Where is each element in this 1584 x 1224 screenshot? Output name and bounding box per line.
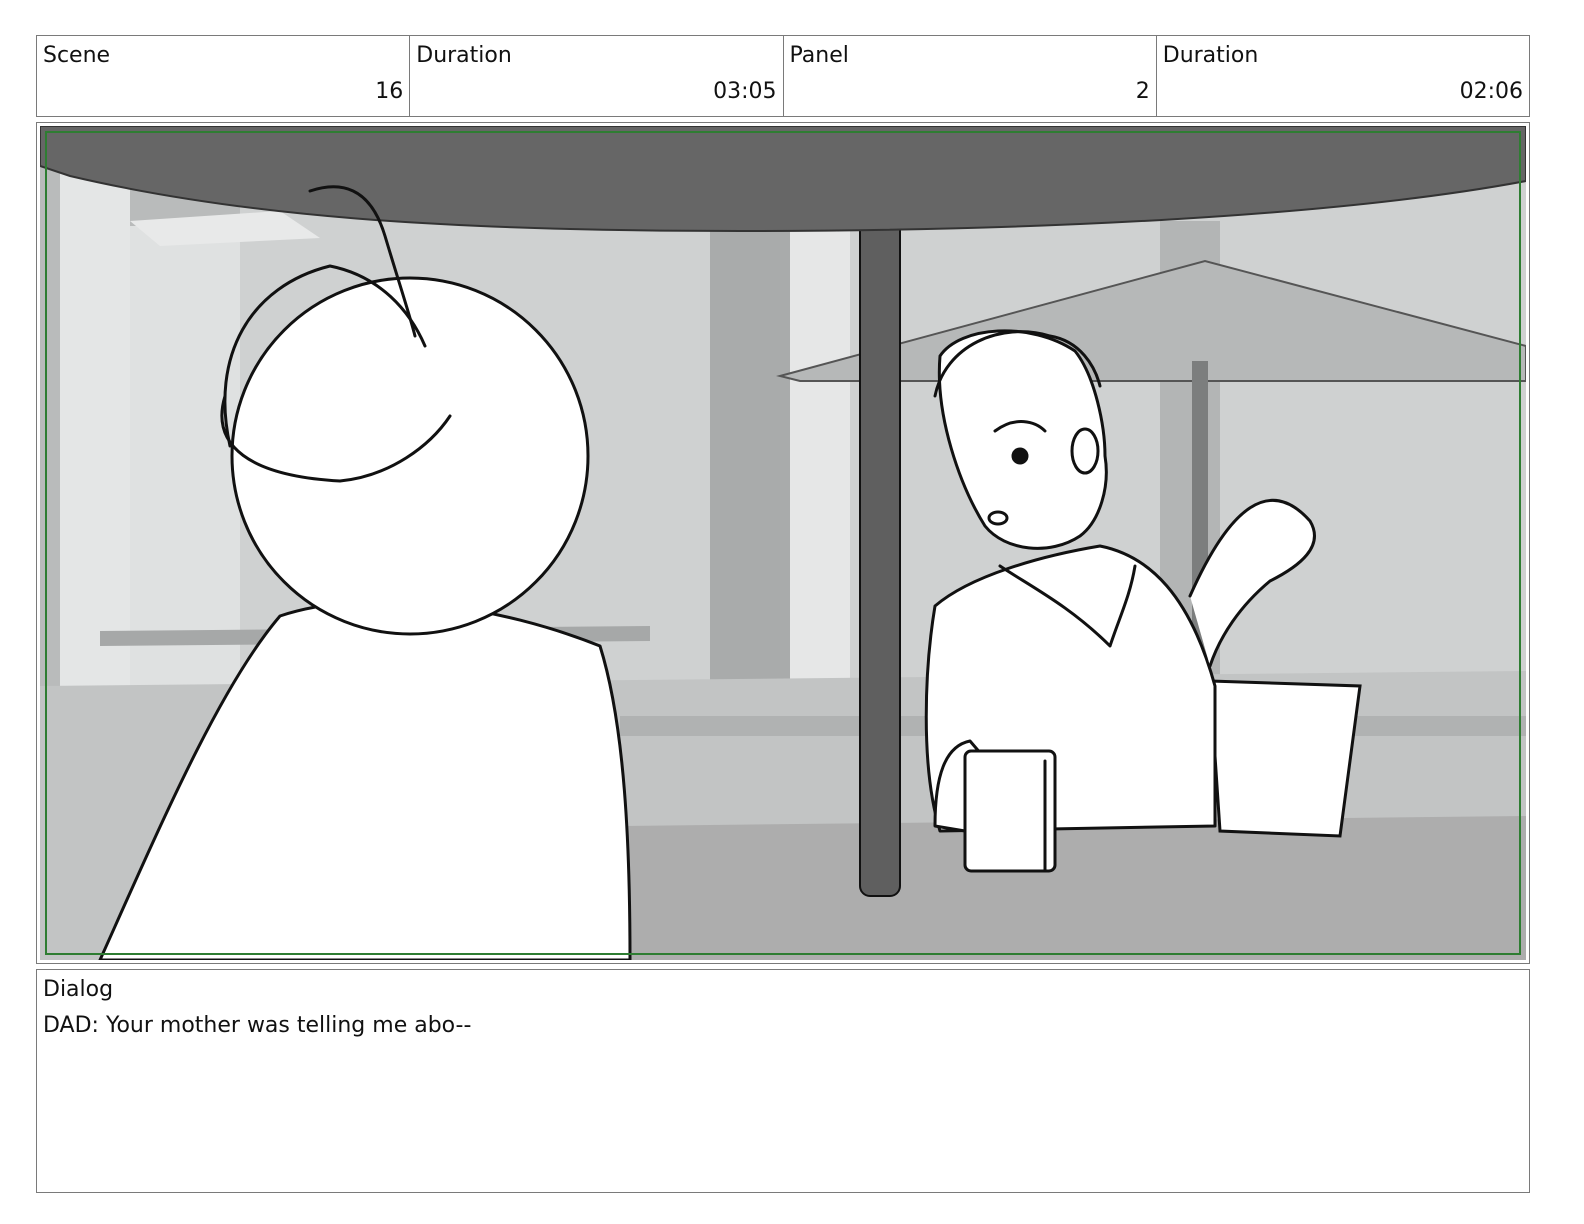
- dialog-text: DAD: Your mother was telling me abo--: [43, 1013, 472, 1038]
- panel-cell: Panel 2: [784, 36, 1157, 116]
- laptop: [1208, 679, 1362, 838]
- storyboard-header: Scene 16 Duration 03:05 Panel 2 Duration…: [36, 35, 1530, 117]
- left-door: [130, 226, 240, 746]
- panel-duration-value: 02:06: [1459, 79, 1523, 104]
- coffee-cup: [963, 749, 1057, 873]
- dialog-box: Dialog DAD: Your mother was telling me a…: [36, 969, 1530, 1193]
- storyboard-panel: [36, 122, 1530, 964]
- scene-number: 16: [375, 79, 404, 104]
- scene-duration-cell: Duration 03:05: [410, 36, 784, 116]
- scene-duration-value: 03:05: [713, 79, 777, 104]
- dad-ear: [1070, 427, 1100, 475]
- panel-drawing: [40, 126, 1526, 960]
- dad-eye: [1011, 447, 1029, 465]
- panel-number: 2: [1135, 79, 1150, 104]
- panel-label: Panel: [789, 43, 849, 68]
- mid-doorway: [790, 226, 850, 756]
- foreground-table: [620, 816, 1526, 960]
- scene-duration-label: Duration: [416, 43, 512, 68]
- scene-label: Scene: [43, 43, 111, 68]
- scene-cell: Scene 16: [37, 36, 411, 116]
- panel-duration-label: Duration: [1162, 43, 1259, 68]
- panel-duration-cell: Duration 02:06: [1157, 36, 1529, 116]
- umbrella-pole: [859, 126, 901, 897]
- dialog-label: Dialog: [43, 977, 114, 1002]
- dad-mouth: [987, 510, 1009, 526]
